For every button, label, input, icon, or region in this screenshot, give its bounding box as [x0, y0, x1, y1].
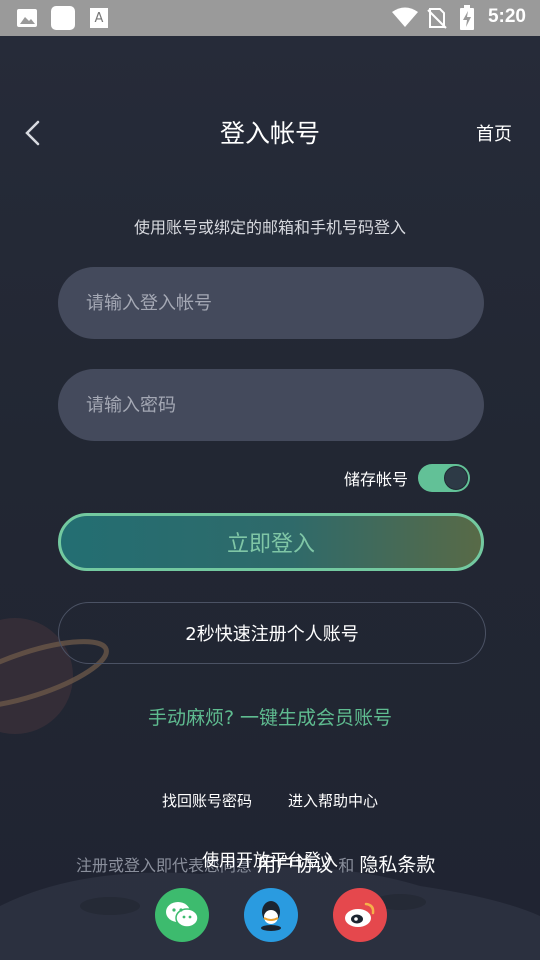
status-time: 5:20 [487, 6, 526, 27]
page-title: 登入帐号 [219, 119, 320, 148]
login-subtitle: 使用账号或绑定的邮箱和手机号码登入 [133, 218, 406, 237]
status-bar: A 5:20 [0, 0, 540, 36]
toggle-knob [444, 466, 468, 490]
app-square-icon [50, 5, 76, 35]
open-platform-label: 使用开放平台登入 [202, 851, 338, 871]
wifi-icon [391, 6, 419, 32]
quick-register-button[interactable]: 2秒快速注册个人账号 [58, 602, 486, 664]
battery-charging-icon [459, 5, 475, 35]
help-links: 找回账号密码 进入帮助中心 [0, 790, 540, 811]
login-screen: 登入帐号 首页 使用账号或绑定的邮箱和手机号码登入 储存帐号 立即登入 2秒快速… [0, 36, 540, 960]
font-icon: A [89, 7, 109, 33]
wechat-login-button[interactable] [155, 888, 209, 942]
account-input[interactable] [58, 267, 484, 339]
qq-icon [261, 901, 281, 931]
recover-password-link[interactable]: 找回账号密码 [162, 790, 252, 811]
save-account-toggle[interactable] [418, 464, 470, 492]
home-link[interactable]: 首页 [476, 120, 512, 146]
save-account-label: 储存帐号 [343, 470, 408, 489]
svg-text:A: A [95, 11, 104, 26]
no-sim-icon [427, 7, 447, 33]
weibo-login-button[interactable] [333, 888, 387, 942]
weibo-icon [345, 902, 375, 927]
qq-login-button[interactable] [244, 888, 298, 942]
password-input[interactable] [58, 369, 484, 441]
save-account-row: 储存帐号 [344, 464, 470, 492]
wechat-icon [166, 902, 199, 928]
login-button[interactable]: 立即登入 [58, 513, 484, 571]
gallery-icon [16, 7, 38, 33]
one-click-account-link[interactable]: 手动麻烦? 一键生成会员账号 [0, 703, 540, 730]
help-center-link[interactable]: 进入帮助中心 [288, 790, 378, 811]
